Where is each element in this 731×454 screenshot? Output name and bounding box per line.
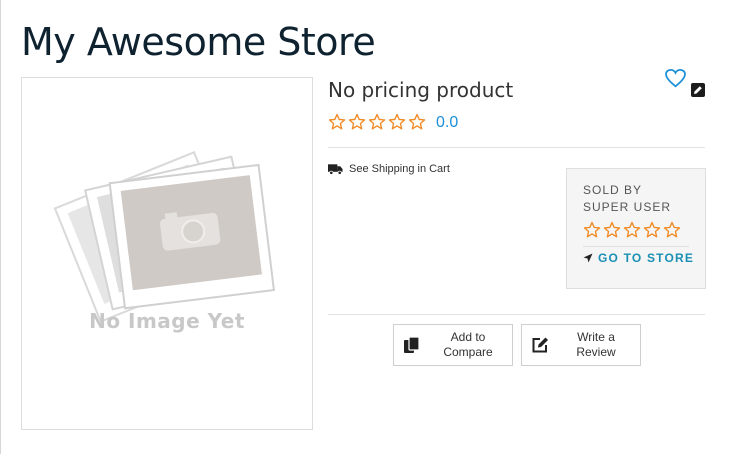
- star-outline-icon[interactable]: [388, 113, 406, 131]
- star-outline-icon[interactable]: [348, 113, 366, 131]
- heart-outline-icon[interactable]: [665, 69, 686, 88]
- no-image-photo-stack-icon: [53, 150, 276, 323]
- page-left-border: [0, 0, 1, 454]
- store-title[interactable]: My Awesome Store: [21, 16, 376, 68]
- star-outline-icon[interactable]: [368, 113, 386, 131]
- add-to-compare-button[interactable]: Add to Compare: [393, 324, 513, 366]
- go-to-store-label[interactable]: GO TO STORE: [598, 251, 694, 265]
- pencil-square-icon: [532, 337, 548, 353]
- seller-rating-stars[interactable]: [583, 221, 681, 239]
- star-outline-icon[interactable]: [643, 221, 661, 239]
- go-to-store-link[interactable]: GO TO STORE: [583, 251, 694, 265]
- write-review-button[interactable]: Write a Review: [521, 324, 641, 366]
- shipping-info: See Shipping in Cart: [328, 163, 450, 175]
- add-to-compare-label: Add to Compare: [443, 330, 493, 359]
- edit-pencil-icon: [694, 86, 702, 94]
- write-review-label: Write a Review: [576, 330, 616, 359]
- star-outline-icon[interactable]: [623, 221, 641, 239]
- rating-value: 0.0: [436, 114, 459, 131]
- sold-by-label: SOLD BY: [583, 183, 643, 197]
- star-outline-icon[interactable]: [663, 221, 681, 239]
- seller-name: SUPER USER: [583, 200, 672, 214]
- copy-icon: [404, 336, 420, 353]
- star-outline-icon[interactable]: [583, 221, 601, 239]
- divider: [328, 314, 705, 315]
- product-image[interactable]: No Image Yet: [21, 77, 313, 430]
- shipping-text: See Shipping in Cart: [349, 163, 450, 175]
- truck-icon: [328, 164, 343, 175]
- no-image-label: No Image Yet: [89, 309, 245, 333]
- product-title: No pricing product: [328, 78, 514, 102]
- star-outline-icon[interactable]: [603, 221, 621, 239]
- location-arrow-icon: [583, 253, 593, 263]
- star-outline-icon[interactable]: [328, 113, 346, 131]
- divider: [328, 147, 705, 148]
- edit-button[interactable]: [691, 83, 705, 97]
- seller-divider: [583, 246, 689, 247]
- star-outline-icon[interactable]: [408, 113, 426, 131]
- product-rating-stars[interactable]: [328, 113, 426, 131]
